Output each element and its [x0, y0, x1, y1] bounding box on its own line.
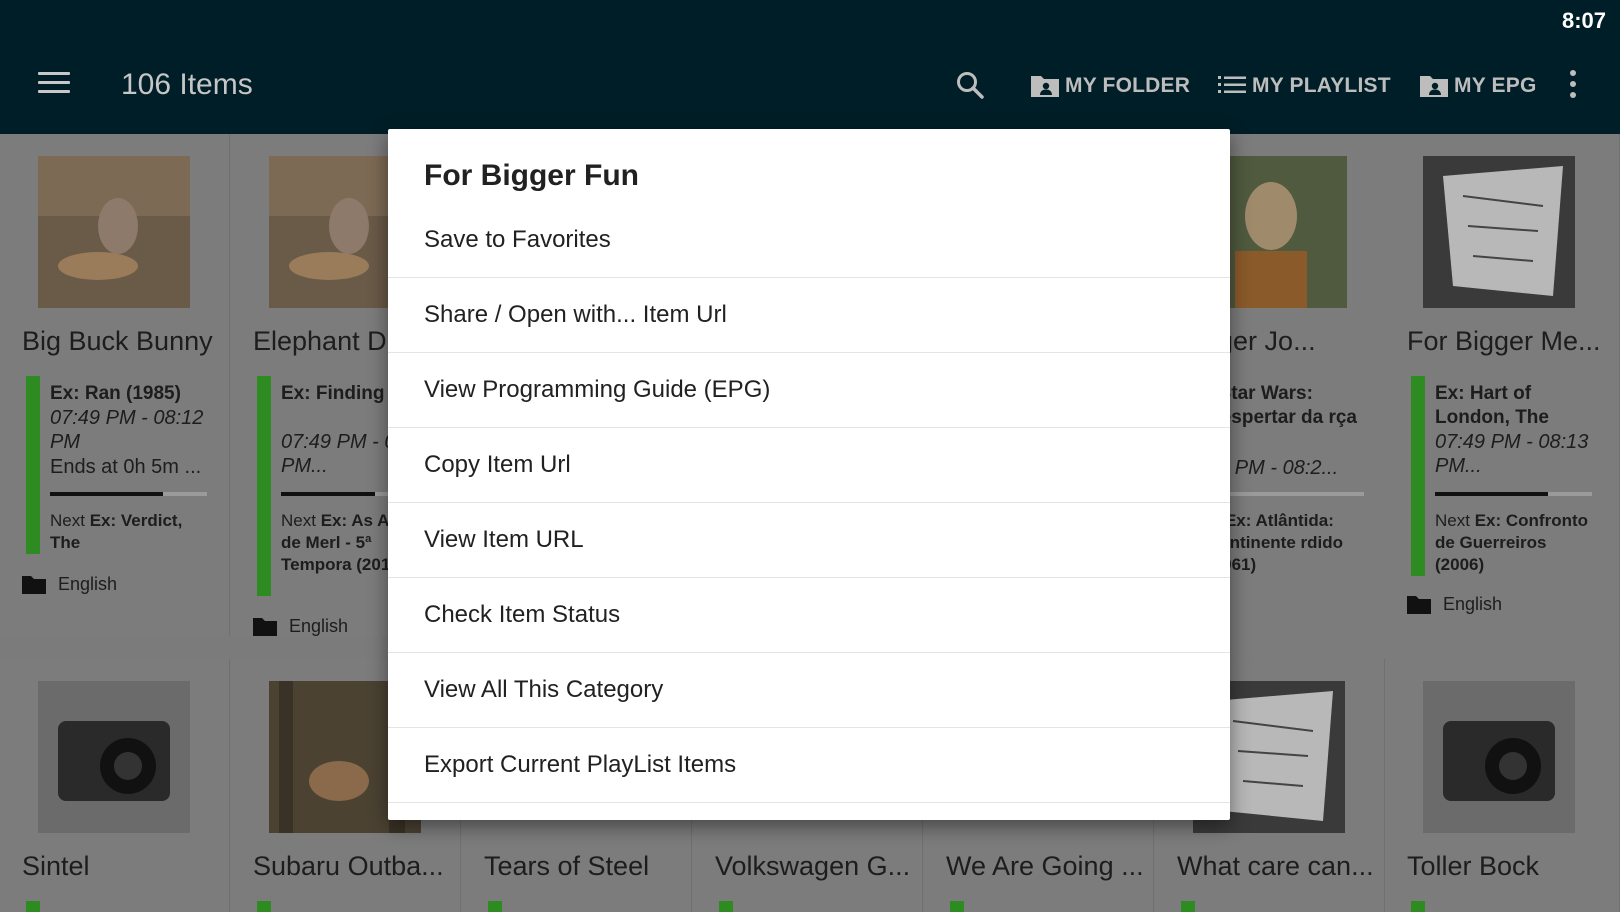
category-label: English — [289, 616, 349, 636]
status-time: 8:07 — [1561, 8, 1606, 33]
category-row: English — [22, 574, 117, 595]
page-title: 106 Items — [121, 68, 253, 101]
next-program: Next Ex: Verdict, The — [50, 511, 183, 552]
channel-card[interactable]: Sintel — [0, 659, 230, 912]
dialog-options-list: Save to Favorites Share / Open with... I… — [388, 224, 1230, 803]
channel-name: Sintel — [22, 851, 90, 881]
category-label: English — [58, 574, 118, 594]
my-epg-button[interactable]: MY EPG — [1418, 72, 1537, 100]
save-to-favorites-option[interactable]: Save to Favorites — [388, 224, 1230, 278]
folder-icon — [1407, 596, 1431, 614]
export-playlist-option[interactable]: Export Current PlayList Items — [388, 728, 1230, 803]
program-progress — [1207, 492, 1364, 496]
channel-name: Tears of Steel — [484, 851, 650, 881]
context-menu-dialog: For Bigger Fun Save to Favorites Share /… — [388, 129, 1230, 820]
epg-indicator-bar — [1181, 901, 1195, 912]
epg-indicator-bar — [950, 901, 964, 912]
next-program: Next Ex: Confronto de Guerreiros (2006) — [1435, 511, 1589, 574]
my-playlist-label: MY PLAYLIST — [1252, 74, 1391, 97]
thumbnail-image — [1423, 156, 1575, 308]
epg-indicator-bar — [1411, 376, 1425, 576]
now-playing: Ex: Hart of London, The — [1435, 383, 1549, 428]
next-program: xt Ex: Atlântida: Continente rdido (1961… — [1207, 511, 1343, 574]
folder-icon — [253, 618, 277, 636]
channel-name: Big Buck Bunny — [22, 326, 213, 356]
epg-indicator-bar — [1411, 901, 1425, 912]
folder-account-icon — [1031, 76, 1059, 97]
folder-account-icon — [1420, 76, 1448, 97]
dialog-title: For Bigger Fun — [424, 159, 639, 192]
epg-indicator-bar — [257, 376, 271, 596]
search-icon[interactable] — [955, 70, 985, 100]
share-open-with-option[interactable]: Share / Open with... Item Url — [388, 278, 1230, 353]
folder-icon — [22, 576, 46, 594]
channel-name: What care can... — [1177, 851, 1374, 881]
epg-indicator-bar — [26, 901, 40, 912]
my-epg-label: MY EPG — [1454, 74, 1537, 97]
my-folder-label: MY FOLDER — [1065, 74, 1191, 97]
category-label: English — [1443, 594, 1503, 614]
epg-indicator-bar — [26, 376, 40, 554]
channel-card[interactable]: Big Buck Bunny Ex: Ran (1985) 07:49 PM -… — [0, 134, 230, 636]
now-playing: : Star Wars: Despertar da rça — [1207, 383, 1357, 428]
copy-item-url-option[interactable]: Copy Item Url — [388, 428, 1230, 503]
overflow-menu-icon[interactable] — [1570, 70, 1578, 100]
channel-card[interactable]: For Bigger Me... Ex: Hart of London, The… — [1385, 134, 1620, 658]
program-time: 07:49 PM - 08:13 PM... — [1435, 431, 1589, 477]
my-folder-button[interactable]: MY FOLDER — [1029, 72, 1190, 100]
view-epg-option[interactable]: View Programming Guide (EPG) — [388, 353, 1230, 428]
view-all-category-option[interactable]: View All This Category — [388, 653, 1230, 728]
view-item-url-option[interactable]: View Item URL — [388, 503, 1230, 578]
program-time: 00 PM - 08:2... — [1207, 457, 1339, 479]
app-bar: 8:07 106 Items MY FOLDER MY PLAYLIST MY … — [0, 0, 1620, 134]
epg-indicator-bar — [488, 901, 502, 912]
channel-card[interactable]: Toller Bock — [1385, 659, 1620, 912]
thumbnail-image — [38, 156, 190, 308]
category-row: English — [253, 616, 348, 637]
hamburger-menu-icon[interactable] — [38, 72, 70, 96]
list-icon — [1218, 76, 1246, 93]
channel-name: Volkswagen G... — [715, 851, 911, 881]
channel-name: For Bigger Me... — [1407, 326, 1601, 356]
check-item-status-option[interactable]: Check Item Status — [388, 578, 1230, 653]
thumbnail-image — [1423, 681, 1575, 833]
channel-name: Subaru Outba... — [253, 851, 444, 881]
channel-name: Toller Bock — [1407, 851, 1540, 881]
epg-indicator-bar — [719, 901, 733, 912]
program-progress — [50, 492, 207, 496]
thumbnail-image — [38, 681, 190, 833]
program-time: 07:49 PM - 08:12 PM — [50, 407, 204, 453]
category-row: English — [1407, 594, 1502, 615]
my-playlist-button[interactable]: MY PLAYLIST — [1216, 72, 1391, 100]
now-playing: Ex: Ran (1985) — [50, 383, 181, 404]
ends-at: Ends at 0h 5m ... — [50, 456, 202, 478]
channel-name: We Are Going ... — [946, 851, 1144, 881]
program-progress — [1435, 492, 1592, 496]
epg-indicator-bar — [257, 901, 271, 912]
